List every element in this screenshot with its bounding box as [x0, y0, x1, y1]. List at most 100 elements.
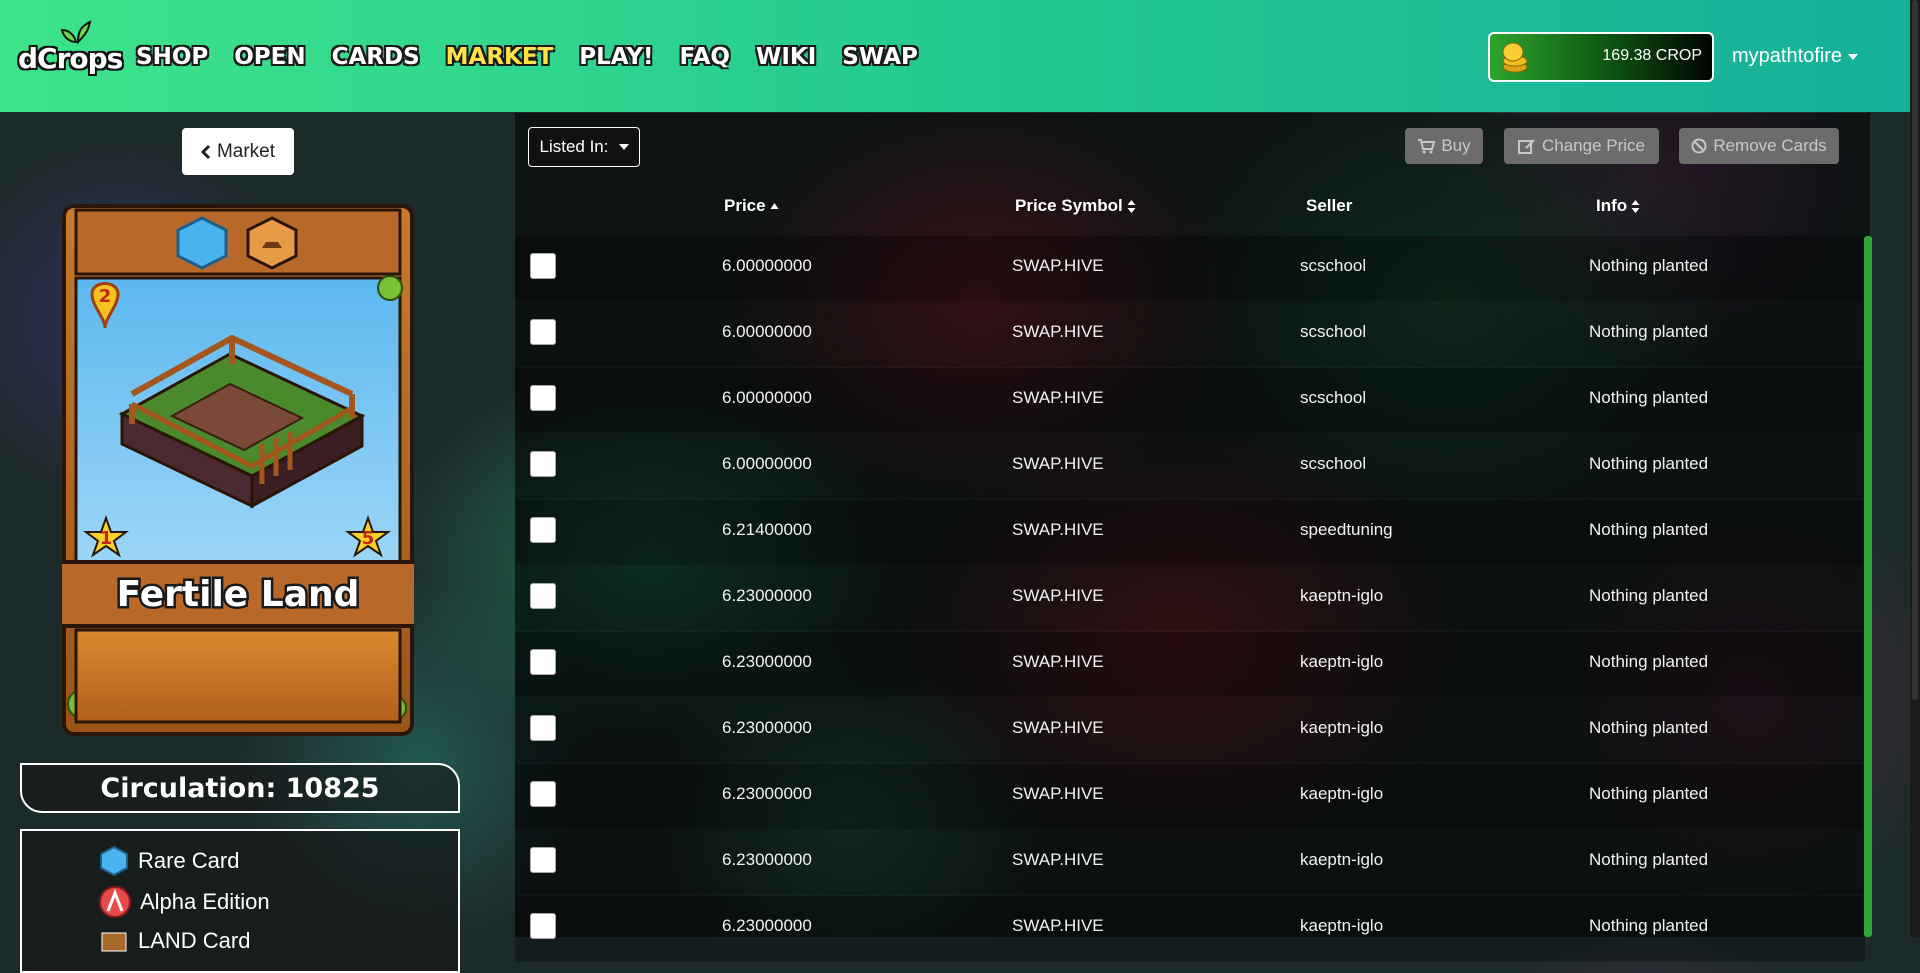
change-price-button[interactable]: Change Price	[1504, 128, 1659, 164]
nav-shop[interactable]: SHOP	[136, 44, 208, 70]
seller-cell[interactable]: scschool	[1300, 388, 1366, 408]
card-name: Fertile Land	[117, 574, 360, 615]
row-select-checkbox[interactable]	[530, 781, 556, 807]
price-cell: 6.21400000	[722, 520, 812, 539]
page-scrollbar[interactable]	[1910, 0, 1920, 937]
table-row[interactable]: 6.23000000 SWAP.HIVE kaeptn-iglo Nothing pl…	[515, 830, 1865, 896]
table-row[interactable]: 6.23000000 SWAP.HIVE kaeptn-iglo Nothing pl…	[515, 566, 1865, 632]
info-cell: Nothing planted	[1589, 322, 1709, 341]
table-row[interactable]: 6.21400000 SWAP.HIVE speedtuning Nothing pl…	[515, 500, 1865, 566]
back-to-market-button[interactable]: Market	[182, 128, 294, 175]
row-select-checkbox[interactable]	[530, 847, 556, 873]
info-cell: Nothing planted	[1589, 784, 1709, 803]
nav-open[interactable]: OPEN	[234, 44, 305, 70]
symbol-cell: SWAP.HIVE	[1012, 454, 1104, 473]
seller-cell[interactable]: speedtuning	[1300, 520, 1393, 540]
column-header-info[interactable]: Info	[1596, 196, 1640, 216]
table-row[interactable]: 6.00000000 SWAP.HIVE scschool Nothing plant…	[515, 434, 1865, 500]
card-info-box: Rare Card Alpha Edition LAND Card	[20, 829, 460, 973]
price-cell: 6.23000000	[722, 718, 812, 737]
ban-icon	[1691, 138, 1707, 154]
table-row[interactable]: 6.00000000 SWAP.HIVE scschool Nothing plant…	[515, 368, 1865, 434]
symbol-cell: SWAP.HIVE	[1012, 322, 1104, 341]
column-header-price[interactable]: Price	[724, 196, 779, 216]
seller-cell[interactable]: kaeptn-iglo	[1300, 916, 1383, 936]
seller-cell[interactable]: kaeptn-iglo	[1300, 718, 1383, 738]
row-select-checkbox[interactable]	[530, 517, 556, 543]
table-row[interactable]: 6.00000000 SWAP.HIVE scschool Nothing plant…	[515, 302, 1865, 368]
nav-wiki[interactable]: WIKI	[756, 44, 816, 70]
row-select-checkbox[interactable]	[530, 583, 556, 609]
top-navbar: dCrops SHOP OPEN CARDS MARKET PLAY! FAQ …	[0, 0, 1910, 112]
nav-swap[interactable]: SWAP	[842, 44, 918, 70]
column-header-price-symbol[interactable]: Price Symbol	[1015, 196, 1136, 216]
price-cell: 6.23000000	[722, 652, 812, 671]
sort-ascending-icon	[770, 203, 779, 209]
price-cell: 6.23000000	[722, 784, 812, 803]
svg-text:5: 5	[362, 528, 375, 549]
row-select-checkbox[interactable]	[530, 715, 556, 741]
buy-button[interactable]: Buy	[1405, 128, 1483, 164]
seller-cell[interactable]: kaeptn-iglo	[1300, 586, 1383, 606]
row-select-checkbox[interactable]	[530, 913, 556, 939]
cart-icon	[1418, 139, 1436, 154]
table-row[interactable]: 6.00000000 SWAP.HIVE scschool Nothing plant…	[515, 236, 1865, 302]
rare-hex-icon	[176, 216, 228, 270]
remove-cards-button[interactable]: Remove Cards	[1679, 128, 1839, 164]
symbol-cell: SWAP.HIVE	[1012, 520, 1104, 539]
fertile-land-card: 2 1 5 Fertile Land	[50, 204, 426, 737]
row-select-checkbox[interactable]	[530, 451, 556, 477]
chevron-left-icon	[200, 144, 211, 159]
nav-faq[interactable]: FAQ	[680, 44, 730, 70]
crop-balance[interactable]: 169.38 CROP	[1488, 32, 1714, 82]
symbol-cell: SWAP.HIVE	[1012, 586, 1104, 605]
seller-cell[interactable]: scschool	[1300, 454, 1366, 474]
price-cell: 6.00000000	[722, 388, 812, 407]
row-select-checkbox[interactable]	[530, 649, 556, 675]
table-row[interactable]: 6.23000000 SWAP.HIVE kaeptn-iglo Nothing pl…	[515, 698, 1865, 764]
listed-in-dropdown[interactable]: Listed In:	[528, 127, 640, 167]
info-cell: Nothing planted	[1589, 916, 1709, 935]
price-cell: 6.23000000	[722, 586, 812, 605]
row-select-checkbox[interactable]	[530, 319, 556, 345]
column-header-seller[interactable]: Seller	[1306, 196, 1352, 216]
balance-amount: 169.38 CROP	[1602, 47, 1702, 64]
dcrops-logo[interactable]: dCrops	[18, 20, 123, 80]
info-cell: Nothing planted	[1589, 256, 1709, 275]
seller-cell[interactable]: scschool	[1300, 322, 1366, 342]
chevron-down-icon	[1848, 53, 1859, 60]
info-cell: Nothing planted	[1589, 388, 1709, 407]
sort-icon	[1127, 199, 1136, 213]
nav-cards[interactable]: CARDS	[332, 44, 420, 70]
seller-cell[interactable]: kaeptn-iglo	[1300, 850, 1383, 870]
user-menu-dropdown[interactable]: mypathtofire	[1732, 45, 1859, 68]
symbol-cell: SWAP.HIVE	[1012, 652, 1104, 671]
nav-market[interactable]: MARKET	[446, 44, 554, 70]
seller-cell[interactable]: scschool	[1300, 256, 1366, 276]
circulation-count: Circulation: 10825	[20, 763, 460, 813]
price-cell: 6.00000000	[722, 256, 812, 275]
username: mypathtofire	[1732, 45, 1843, 67]
table-scrollbar[interactable]	[1864, 236, 1872, 937]
row-select-checkbox[interactable]	[530, 385, 556, 411]
scrollbar-thumb[interactable]	[1912, 0, 1918, 700]
table-row[interactable]: 6.23000000 SWAP.HIVE kaeptn-iglo Nothing pl…	[515, 896, 1865, 962]
seller-cell[interactable]: kaeptn-iglo	[1300, 652, 1383, 672]
chevron-down-icon	[618, 144, 629, 150]
table-row[interactable]: 6.23000000 SWAP.HIVE kaeptn-iglo Nothing pl…	[515, 764, 1865, 830]
circulation-text: Circulation: 10825	[100, 772, 380, 804]
card-artwork: 2 1 5 Fertile Land	[50, 204, 426, 736]
info-item-type: LAND Card	[98, 925, 250, 957]
row-select-checkbox[interactable]	[530, 253, 556, 279]
table-row[interactable]: 6.23000000 SWAP.HIVE kaeptn-iglo Nothing pl…	[515, 632, 1865, 698]
seller-cell[interactable]: kaeptn-iglo	[1300, 784, 1383, 804]
info-cell: Nothing planted	[1589, 520, 1709, 539]
info-cell: Nothing planted	[1589, 718, 1709, 737]
price-cell: 6.23000000	[722, 850, 812, 869]
nav-play[interactable]: PLAY!	[579, 44, 653, 70]
info-cell: Nothing planted	[1589, 586, 1709, 605]
info-cell: Nothing planted	[1589, 850, 1709, 869]
back-button-label: Market	[216, 140, 276, 162]
info-item-rarity: Rare Card	[98, 845, 239, 877]
logo-wordmark: dCrops	[18, 42, 123, 75]
